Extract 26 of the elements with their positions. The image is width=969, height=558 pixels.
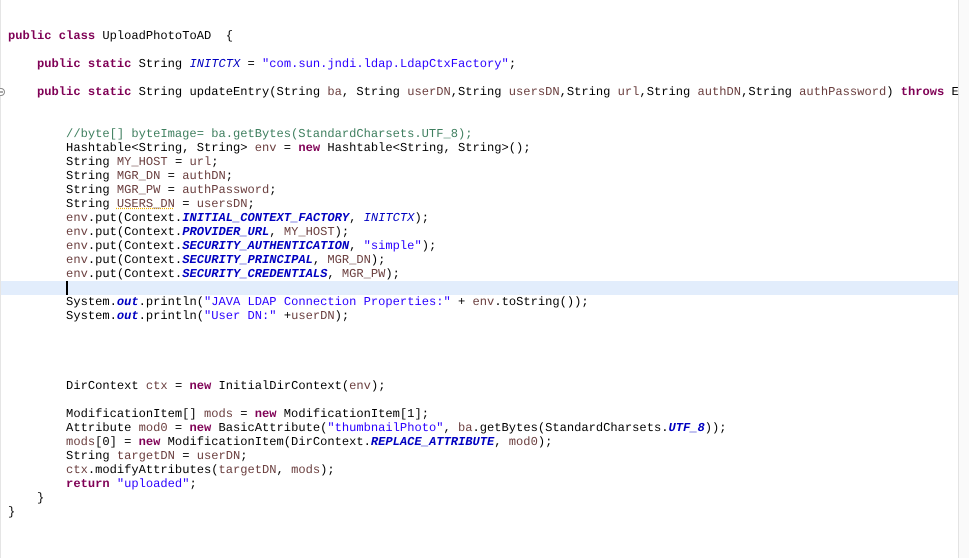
code-line: String USERS_DN = usersDN; <box>65 197 255 211</box>
code-line: env.put(Context.INITIAL_CONTEXT_FACTORY, INITCTX); <box>65 211 429 225</box>
code-line: return "uploaded"; <box>65 477 197 491</box>
code-line: //byte[] byteImage= ba.getBytes(StandardCharsets.UTF_8); <box>65 127 472 141</box>
code-line: String targetDN = userDN; <box>65 449 248 463</box>
code-line: env.put(Context.PROVIDER_URL, MY_HOST); <box>65 225 350 239</box>
code-line: System.out.println("User DN:" +userDN); <box>65 309 350 323</box>
code-line: Attribute mod0 = new BasicAttribute("thumbnailPhoto", ba.getBytes(StandardCharsets.UTF_8)); <box>65 421 727 435</box>
code-line: env.put(Context.SECURITY_CREDENTIALS, MGR_PW); <box>65 267 400 281</box>
code-line: public class UploadPhotoToAD { <box>8 29 233 43</box>
code-line: String MGR_PW = authPassword; <box>65 183 277 197</box>
text-cursor <box>66 281 68 295</box>
code-line: env.put(Context.SECURITY_AUTHENTICATION, "simple"); <box>65 239 436 253</box>
code-line: System.out.println("JAVA LDAP Connection Properties:" + env.toString()); <box>65 295 589 309</box>
code-line: String MY_HOST = url; <box>65 155 219 169</box>
code-line: String MGR_DN = authDN; <box>65 169 234 183</box>
code-line: mods[0] = new ModificationItem(DirContext.REPLACE_ATTRIBUTE, mod0); <box>65 435 552 449</box>
code-line: public static String INITCTX = "com.sun.jndi.ldap.LdapCtxFactory"; <box>36 57 516 71</box>
code-line: } <box>8 505 16 519</box>
code-line: public static String updateEntry(String ba, String userDN,String usersDN,String url,String authDN,String authPassword) throws E <box>36 85 959 99</box>
code-line: Hashtable<String, String> env = new Hashtable<String, String>(); <box>65 141 531 155</box>
code-line: ctx.modifyAttributes(targetDN, mods); <box>65 463 335 477</box>
code-line: DirContext ctx = new InitialDirContext(env); <box>65 379 386 393</box>
code-line: } <box>36 491 44 505</box>
code-line: env.put(Context.SECURITY_PRINCIPAL, MGR_DN); <box>65 253 386 267</box>
code-line: ModificationItem[] mods = new ModificationItem[1]; <box>65 407 429 421</box>
